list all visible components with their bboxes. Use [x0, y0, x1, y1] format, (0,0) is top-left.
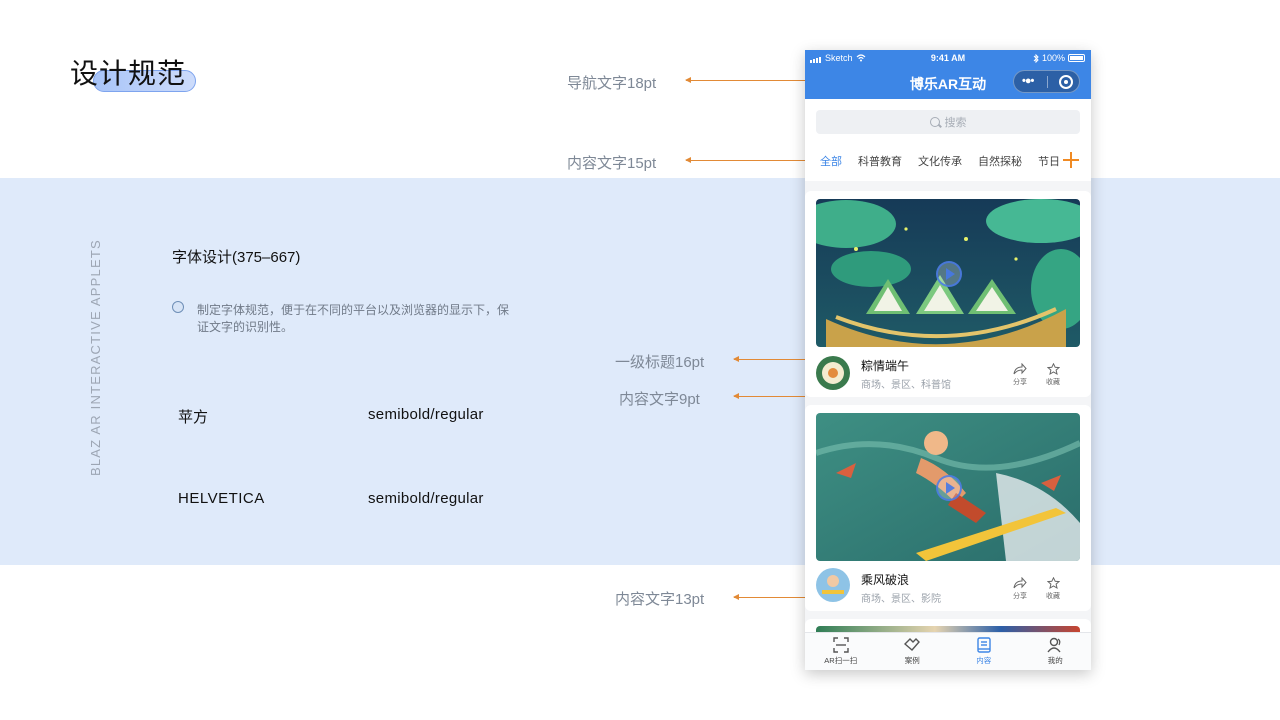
font-name-helvetica: HELVETICA [178, 490, 265, 507]
tab-science[interactable]: 科普教育 [858, 153, 902, 173]
user-icon [1047, 637, 1061, 653]
star-icon [1046, 363, 1060, 375]
search-icon [929, 116, 941, 128]
tab-profile[interactable]: 我的 [1020, 633, 1092, 670]
add-category-icon[interactable] [1063, 152, 1079, 168]
share-icon [1013, 577, 1027, 589]
play-icon[interactable] [936, 475, 962, 501]
tab-nature[interactable]: 自然探秘 [978, 153, 1022, 173]
close-applet-icon[interactable] [1059, 75, 1073, 89]
share-icon [1013, 363, 1027, 375]
content-card[interactable]: 粽情端午 商场、景区、科普馆 分享 收藏 [805, 191, 1091, 397]
content-card[interactable]: 乘风破浪 商场、景区、影院 分享 收藏 [805, 405, 1091, 611]
card-title: 粽情端午 [861, 359, 910, 373]
favorite-button[interactable]: 收藏 [1039, 363, 1067, 387]
book-icon [977, 637, 991, 653]
phone-mockup: Sketch 9:41 AM 100% 博乐AR互动 •●• 搜索 全部 科普教… [805, 50, 1091, 670]
favorite-button[interactable]: 收藏 [1039, 577, 1067, 601]
tab-culture[interactable]: 文化传承 [918, 153, 962, 173]
search-and-tabs-area: 搜索 全部 科普教育 文化传承 自然探秘 节日 [805, 99, 1091, 181]
search-input[interactable]: 搜索 [816, 110, 1080, 134]
battery-percent: 100% [1041, 53, 1065, 63]
font-name-pingfang: 苹方 [178, 409, 209, 426]
play-icon[interactable] [936, 261, 962, 287]
tab-cases[interactable]: 案例 [877, 633, 949, 670]
scan-icon [833, 637, 849, 653]
annotation-label-nav: 导航文字18pt [567, 75, 657, 92]
share-button[interactable]: 分享 [1006, 577, 1034, 601]
mini-program-capsule[interactable]: •●• [1013, 70, 1080, 93]
tab-all[interactable]: 全部 [820, 153, 842, 173]
tab-content[interactable]: 内容 [948, 633, 1020, 670]
font-weight-helvetica: semibold/regular [368, 490, 484, 507]
more-icon[interactable]: •●• [1022, 75, 1034, 87]
avatar [816, 568, 850, 602]
card-title: 乘风破浪 [861, 573, 910, 587]
card-subtitle: 商场、景区、影院 [861, 594, 941, 605]
avatar [816, 356, 850, 390]
tab-festival[interactable]: 节日 [1038, 153, 1060, 173]
bullet-description: 制定字体规范，便于在不同的平台以及浏览器的显示下，保证文字的识别性。 [197, 303, 510, 334]
battery-icon [1068, 54, 1085, 62]
handshake-icon [904, 638, 921, 651]
vertical-brand-label: BLAZ AR INTERACTIVE APPLETS [88, 239, 103, 476]
page-title: 设计规范 [70, 58, 187, 89]
annotation-arrow-content-15 [685, 157, 810, 163]
nav-bar: Sketch 9:41 AM 100% 博乐AR互动 •●• [805, 50, 1091, 99]
annotation-label-content-13: 内容文字13pt [615, 591, 705, 608]
category-tabs: 全部 科普教育 文化传承 自然探秘 节日 [820, 153, 1060, 173]
status-bar: Sketch 9:41 AM 100% [805, 50, 1091, 66]
annotation-label-content-15: 内容文字15pt [567, 155, 657, 172]
bluetooth-icon [1033, 53, 1039, 63]
section-heading: 字体设计(375–667) [172, 249, 301, 266]
share-button[interactable]: 分享 [1006, 363, 1034, 387]
annotation-label-heading-16: 一级标题16pt [615, 354, 705, 371]
bullet-dot-icon [172, 301, 184, 313]
card-image-dragon-boat[interactable] [816, 199, 1080, 347]
card-subtitle: 商场、景区、科普馆 [861, 380, 951, 391]
annotation-label-content-9: 内容文字9pt [619, 391, 700, 408]
tab-ar-scan[interactable]: AR扫一扫 [805, 633, 877, 670]
card-image-surfing[interactable] [816, 413, 1080, 561]
search-placeholder: 搜索 [944, 117, 967, 129]
star-icon [1046, 577, 1060, 589]
bottom-tab-bar: AR扫一扫 案例 内容 我的 [805, 632, 1091, 670]
font-weight-pingfang: semibold/regular [368, 406, 484, 423]
